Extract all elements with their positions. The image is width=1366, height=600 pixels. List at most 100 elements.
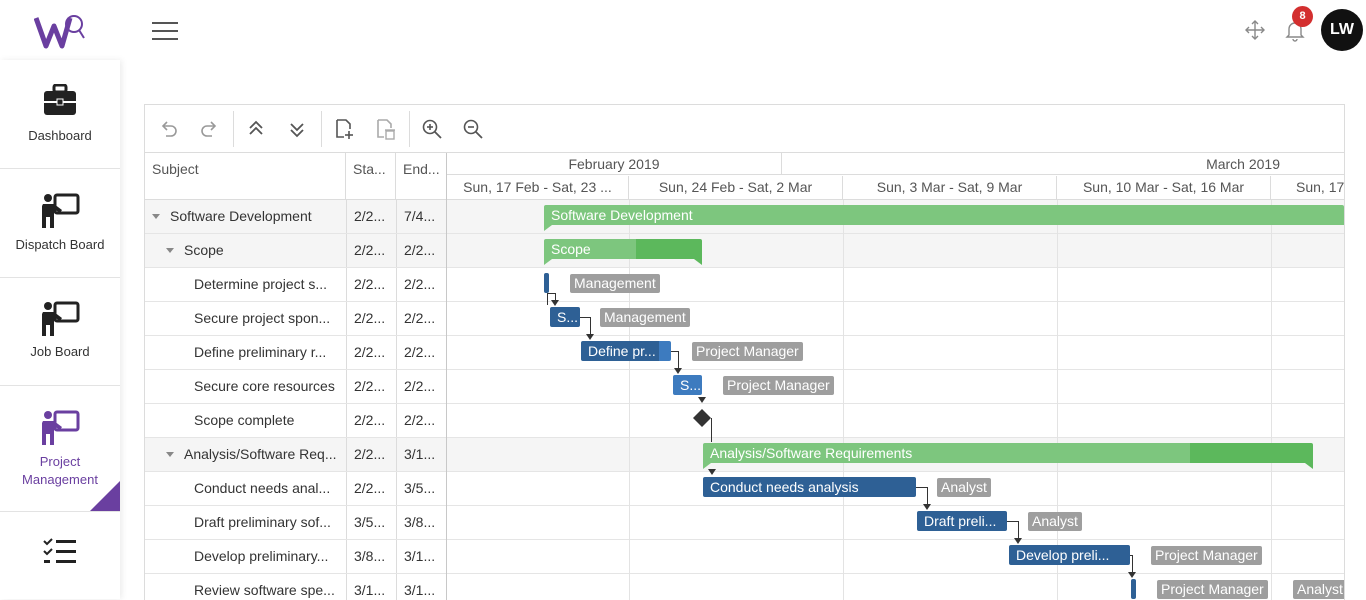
start-cell: 3/8...	[346, 540, 396, 573]
gantt-bar-secure-project[interactable]: S...	[550, 307, 580, 327]
timeline-header: February 2019 March 2019 Sun, 17 Feb - S…	[447, 153, 1344, 200]
gantt-bar-software-development[interactable]: Software Development	[544, 205, 1344, 225]
summary-bar-end	[694, 259, 702, 265]
end-cell: 3/1...	[396, 438, 447, 471]
table-row[interactable]: Draft preliminary sof... 3/5... 3/8...	[145, 506, 1344, 540]
subject-cell: Scope complete	[194, 412, 295, 428]
grid-header: Subject Sta... End...	[145, 153, 447, 200]
table-row[interactable]: Determine project s... 2/2... 2/2...	[145, 268, 1344, 302]
resource-tag: Analyst	[937, 478, 991, 497]
checklist-icon	[43, 538, 76, 563]
summary-bar-end	[1305, 463, 1313, 469]
sidebar-item-job-board[interactable]: Job Board	[0, 278, 120, 386]
dependency-arrow	[708, 469, 716, 475]
subject-cell: Review software spe...	[194, 582, 335, 598]
summary-bar-end	[544, 225, 552, 231]
week-gridline	[1271, 200, 1272, 600]
milestone-scope-complete[interactable]	[693, 409, 711, 427]
sidebar-item-dashboard[interactable]: Dashboard	[0, 60, 120, 169]
add-task-icon[interactable]	[332, 117, 356, 141]
week-gridline	[843, 200, 844, 600]
active-indicator	[90, 481, 120, 511]
month-header: March 2019	[782, 153, 1344, 175]
redo-icon[interactable]	[197, 117, 221, 141]
resource-tag: Analyst	[1293, 580, 1344, 599]
end-cell: 7/4...	[396, 200, 447, 233]
sidebar-item-project-management[interactable]: Project Management	[0, 386, 120, 512]
column-header-start[interactable]: Sta...	[346, 153, 396, 199]
resource-tag: Management	[600, 308, 690, 327]
sidebar-item-dispatch-board[interactable]: Dispatch Board	[0, 169, 120, 278]
table-row[interactable]: Secure project spon... 2/2... 2/2...	[145, 302, 1344, 336]
resource-tag: Project Manager	[1157, 580, 1268, 599]
user-avatar[interactable]: LW	[1321, 9, 1363, 51]
dependency-arrow	[923, 504, 931, 510]
gantt-bar-conduct-needs[interactable]: Conduct needs analysis	[703, 477, 916, 497]
start-cell: 3/1...	[346, 574, 396, 600]
resource-tag: Analyst	[1028, 512, 1082, 531]
dependency-link	[678, 351, 679, 368]
gantt-bar-define-preliminary[interactable]: Define pr...	[581, 341, 671, 361]
dependency-arrow	[1014, 538, 1022, 544]
start-cell: 2/2...	[346, 200, 396, 233]
sidebar-item-checklist[interactable]	[0, 512, 120, 599]
subject-cell: Develop preliminary...	[194, 548, 329, 564]
subject-cell: Secure core resources	[194, 378, 335, 394]
collapse-caret-icon[interactable]	[166, 452, 174, 457]
resource-tag: Project Manager	[692, 342, 803, 361]
gantt-bar-draft-preliminary[interactable]: Draft preli...	[917, 511, 1007, 531]
gantt-bar-scope[interactable]: Scope	[544, 239, 702, 259]
sidebar: Dashboard Dispatch Board Job Board Proje…	[0, 60, 120, 599]
expand-all-icon[interactable]	[285, 117, 309, 141]
week-header: Sun, 10 Mar - Sat, 16 Mar	[1057, 176, 1271, 199]
delete-task-icon[interactable]	[373, 117, 397, 141]
end-cell: 3/8...	[396, 506, 447, 539]
column-header-end[interactable]: End...	[396, 153, 447, 199]
resource-tag: Management	[570, 274, 660, 293]
week-gridline	[629, 200, 630, 600]
gantt-toolbar	[145, 105, 1344, 153]
notification-badge: 8	[1292, 6, 1313, 27]
gantt-bar-analysis[interactable]: Analysis/Software Requirements	[703, 443, 1313, 463]
undo-icon[interactable]	[157, 117, 181, 141]
sidebar-item-label: Dispatch Board	[15, 237, 105, 252]
collapse-caret-icon[interactable]	[152, 214, 160, 219]
grid-splitter[interactable]	[446, 153, 447, 600]
dependency-link	[1018, 521, 1019, 538]
end-cell: 3/1...	[396, 574, 447, 600]
fullscreen-icon[interactable]	[1243, 18, 1267, 42]
dependency-arrow	[674, 368, 682, 374]
zoom-in-icon[interactable]	[420, 117, 444, 141]
end-cell: 3/5...	[396, 472, 447, 505]
table-row[interactable]: Scope complete 2/2... 2/2...	[145, 404, 1344, 438]
start-cell: 3/5...	[346, 506, 396, 539]
gantt-bar-determine-project[interactable]	[544, 273, 549, 293]
app-logo[interactable]	[34, 12, 88, 50]
toolbar-separator	[233, 111, 234, 147]
end-cell: 2/2...	[396, 404, 447, 437]
zoom-out-icon[interactable]	[461, 117, 485, 141]
table-row[interactable]: Scope 2/2... 2/2...	[145, 234, 1344, 268]
toolbar-separator	[409, 111, 410, 147]
subject-cell: Conduct needs anal...	[194, 480, 331, 496]
start-cell: 2/2...	[346, 438, 396, 471]
month-header: February 2019	[447, 153, 782, 175]
sidebar-item-label: Job Board	[30, 344, 90, 359]
sidebar-item-label: Dashboard	[28, 128, 92, 143]
end-cell: 2/2...	[396, 370, 447, 403]
start-cell: 2/2...	[346, 302, 396, 335]
collapse-caret-icon[interactable]	[166, 248, 174, 253]
gantt-bar-develop-preliminary[interactable]: Develop preli...	[1009, 545, 1130, 565]
menu-toggle-button[interactable]	[152, 22, 178, 40]
week-header: Sun, 3 Mar - Sat, 9 Mar	[843, 176, 1057, 199]
subject-cell: Draft preliminary sof...	[194, 514, 331, 530]
gantt-bar-review-software[interactable]	[1131, 579, 1136, 599]
week-header: Sun, 17	[1296, 179, 1344, 195]
dependency-arrow	[551, 300, 559, 306]
collapse-all-icon[interactable]	[244, 117, 268, 141]
column-header-subject[interactable]: Subject	[145, 153, 346, 199]
gantt-chart: Subject Sta... End... February 2019 Marc…	[144, 104, 1345, 600]
start-cell: 2/2...	[346, 404, 396, 437]
summary-bar-end	[544, 259, 552, 265]
gantt-bar-secure-core[interactable]: S...	[673, 375, 702, 395]
